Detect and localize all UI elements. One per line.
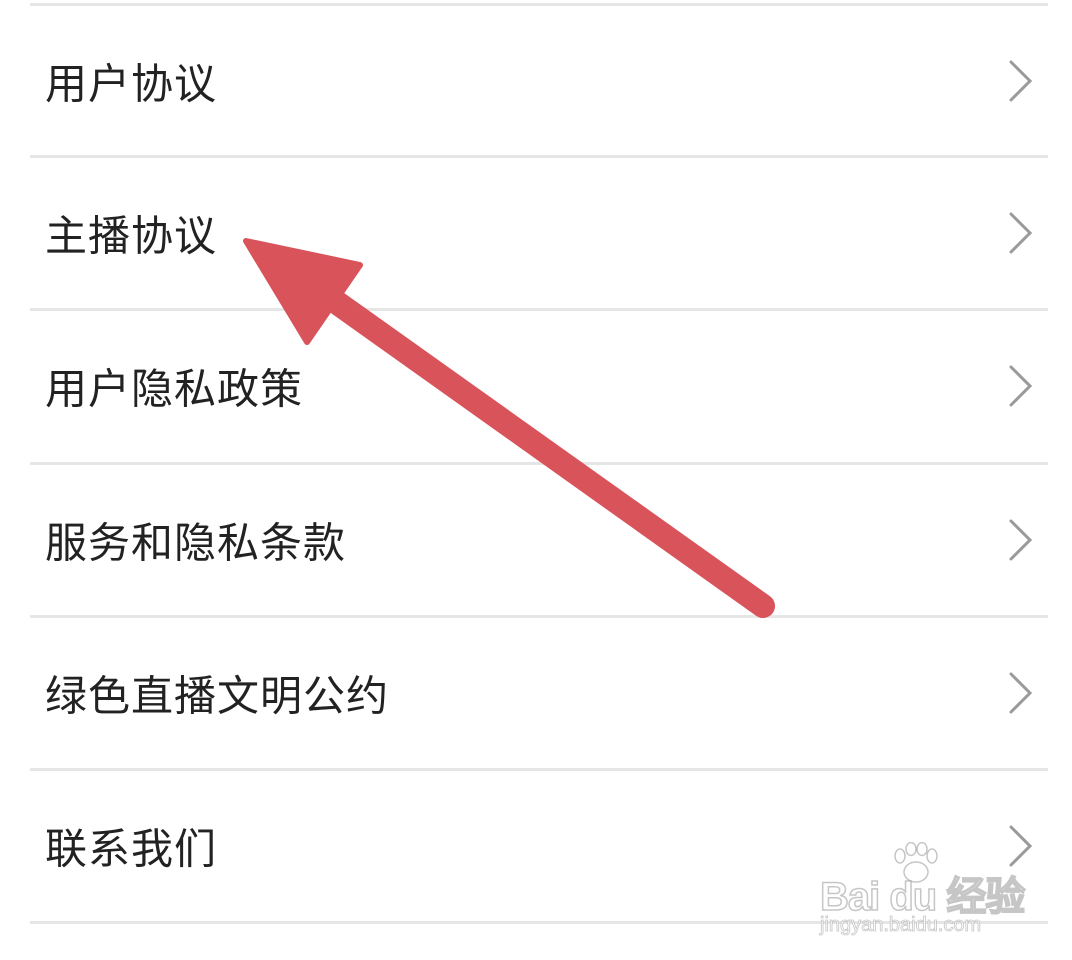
menu-item-user-privacy-policy[interactable]: 用户隐私政策 bbox=[30, 311, 1048, 461]
menu-item-label: 用户协议 bbox=[45, 59, 218, 109]
chevron-right-icon bbox=[1009, 672, 1033, 714]
menu-item-label: 服务和隐私条款 bbox=[45, 518, 347, 568]
chevron-right-icon bbox=[1009, 212, 1033, 254]
menu-item-user-agreement[interactable]: 用户协议 bbox=[30, 6, 1048, 156]
chevron-right-icon bbox=[1009, 365, 1033, 407]
settings-screen: 用户协议 主播协议 用户隐私政策 服务和隐私条款 绿色直播文明公约 联系我们 B… bbox=[0, 0, 1072, 960]
menu-item-label: 用户隐私政策 bbox=[45, 364, 304, 414]
chevron-right-icon bbox=[1009, 519, 1033, 561]
menu-item-label: 主播协议 bbox=[45, 211, 218, 261]
menu-item-label: 联系我们 bbox=[45, 824, 218, 874]
menu-item-service-privacy-terms[interactable]: 服务和隐私条款 bbox=[30, 465, 1048, 615]
menu-item-contact-us[interactable]: 联系我们 bbox=[30, 771, 1048, 921]
agreement-menu-list: 用户协议 主播协议 用户隐私政策 服务和隐私条款 绿色直播文明公约 联系我们 bbox=[0, 0, 1072, 960]
chevron-right-icon bbox=[1009, 825, 1033, 867]
menu-item-streamer-agreement[interactable]: 主播协议 bbox=[30, 158, 1048, 308]
chevron-right-icon bbox=[1009, 60, 1033, 102]
menu-item-green-live-convention[interactable]: 绿色直播文明公约 bbox=[30, 618, 1048, 768]
menu-item-label: 绿色直播文明公约 bbox=[45, 671, 390, 721]
